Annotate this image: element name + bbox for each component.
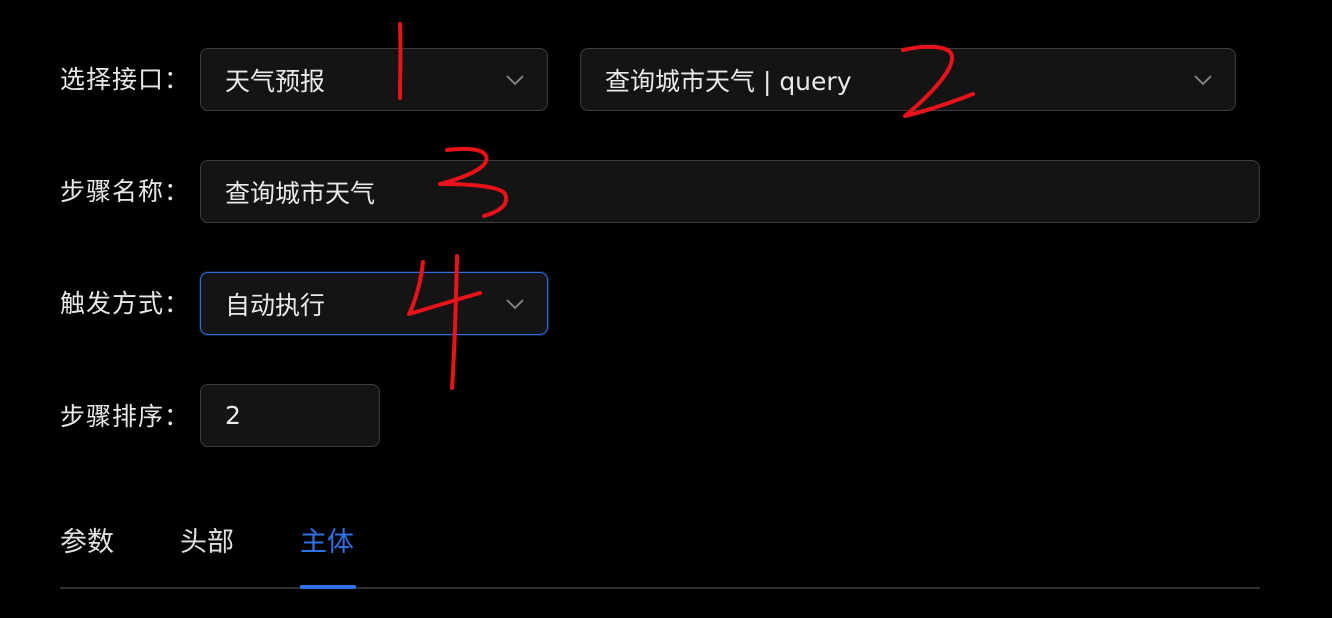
chevron-down-icon xyxy=(1194,74,1212,85)
trigger-select[interactable]: 自动执行 xyxy=(200,272,548,335)
step-name-value: 查询城市天气 xyxy=(225,178,376,208)
body-tabs: 参数 头部 主体 xyxy=(60,520,1260,589)
interface-group-select[interactable]: 天气预报 xyxy=(200,48,548,111)
active-tab-indicator xyxy=(300,585,356,589)
step-editor-page: 选择接口： 天气预报 查询城市天气 | query 步骤名称： 查询城市天气 触… xyxy=(0,0,1332,618)
interface-group-value: 天气预报 xyxy=(225,66,326,96)
interface-api-select[interactable]: 查询城市天气 | query xyxy=(580,48,1236,111)
chevron-down-icon xyxy=(506,74,524,85)
tab-headers[interactable]: 头部 xyxy=(180,523,234,563)
interface-label: 选择接口： xyxy=(60,65,191,94)
chevron-down-icon xyxy=(506,298,524,309)
order-label: 步骤排序： xyxy=(60,402,191,431)
interface-api-value: 查询城市天气 | query xyxy=(605,66,852,96)
order-value: 2 xyxy=(225,401,241,430)
order-input[interactable]: 2 xyxy=(200,384,380,447)
trigger-label: 触发方式： xyxy=(60,289,191,318)
tab-params[interactable]: 参数 xyxy=(60,523,114,563)
tab-body[interactable]: 主体 xyxy=(300,523,354,563)
step-name-label: 步骤名称： xyxy=(60,177,191,206)
trigger-value: 自动执行 xyxy=(225,290,326,320)
step-name-input[interactable]: 查询城市天气 xyxy=(200,160,1260,223)
